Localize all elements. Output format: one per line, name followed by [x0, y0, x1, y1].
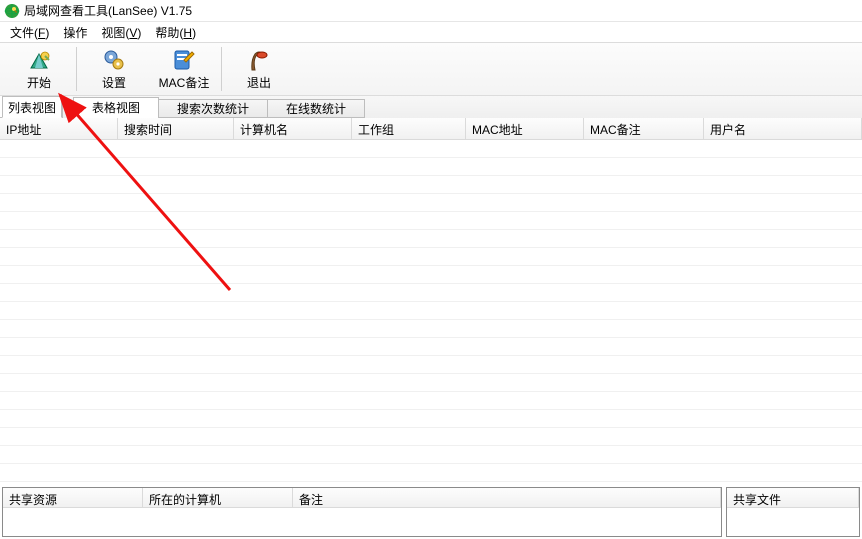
panel-header: 共享文件: [727, 488, 859, 508]
panel-header: 共享资源 所在的计算机 备注: [3, 488, 721, 508]
main-area: IP地址 搜索时间 计算机名 工作组 MAC地址 MAC备注 用户名: [0, 118, 862, 485]
grid-row: [0, 194, 862, 212]
tab-online-stats[interactable]: 在线数统计: [267, 99, 365, 118]
gear-icon: [102, 48, 126, 72]
settings-button[interactable]: 设置: [79, 43, 149, 95]
left-tab-list-view[interactable]: 列表视图: [2, 96, 62, 118]
grid-row: [0, 140, 862, 158]
col-remark[interactable]: 备注: [293, 488, 721, 507]
grid-row: [0, 464, 862, 482]
exit-button[interactable]: 退出: [224, 43, 294, 95]
window-title: 局域网查看工具(LanSee) V1.75: [24, 2, 192, 19]
toolbar: 开始 设置 MAC备注: [0, 42, 862, 96]
grid-row: [0, 338, 862, 356]
tab-bar: 列表视图 表格视图 搜索次数统计 在线数统计: [0, 96, 862, 118]
grid-row: [0, 428, 862, 446]
menu-action[interactable]: 操作: [57, 22, 93, 43]
menu-view[interactable]: 视图(V): [95, 22, 147, 43]
grid-row: [0, 248, 862, 266]
start-button[interactable]: 开始: [4, 43, 74, 95]
menu-bar: 文件(F) 操作 视图(V) 帮助(H): [0, 22, 862, 42]
grid-row: [0, 230, 862, 248]
toolbar-separator: [221, 47, 222, 91]
col-user[interactable]: 用户名: [704, 118, 862, 139]
tab-grid-view[interactable]: 表格视图: [73, 97, 159, 118]
grid-row: [0, 284, 862, 302]
grid-row: [0, 410, 862, 428]
top-tab-bar: 表格视图 搜索次数统计 在线数统计: [62, 96, 862, 118]
grid-row: [0, 302, 862, 320]
grid-row: [0, 356, 862, 374]
col-macnote[interactable]: MAC备注: [584, 118, 704, 139]
col-host[interactable]: 所在的计算机: [143, 488, 293, 507]
grid-body: [0, 140, 862, 485]
app-icon: [4, 3, 20, 19]
grid-row: [0, 374, 862, 392]
title-bar: 局域网查看工具(LanSee) V1.75: [0, 0, 862, 22]
grid-row: [0, 212, 862, 230]
grid-header: IP地址 搜索时间 计算机名 工作组 MAC地址 MAC备注 用户名: [0, 118, 862, 140]
macnote-label: MAC备注: [159, 74, 210, 91]
data-grid[interactable]: IP地址 搜索时间 计算机名 工作组 MAC地址 MAC备注 用户名: [0, 118, 862, 485]
grid-row: [0, 266, 862, 284]
tab-label: 表格视图: [92, 99, 140, 116]
menu-help[interactable]: 帮助(H): [149, 22, 202, 43]
menu-file[interactable]: 文件(F): [4, 22, 55, 43]
tab-search-stats[interactable]: 搜索次数统计: [158, 99, 268, 118]
grid-row: [0, 446, 862, 464]
macnote-button[interactable]: MAC备注: [149, 43, 219, 95]
settings-label: 设置: [102, 74, 126, 91]
col-time[interactable]: 搜索时间: [118, 118, 234, 139]
grid-row: [0, 320, 862, 338]
panel-shared-resources: 共享资源 所在的计算机 备注: [2, 487, 722, 537]
left-tab-label: 列表视图: [8, 99, 56, 116]
bottom-panels: 共享资源 所在的计算机 备注 共享文件: [0, 485, 862, 539]
start-label: 开始: [27, 74, 51, 91]
grid-row: [0, 176, 862, 194]
start-icon: [27, 48, 51, 72]
exit-label: 退出: [247, 74, 271, 91]
col-mac[interactable]: MAC地址: [466, 118, 584, 139]
tab-label: 搜索次数统计: [177, 100, 249, 117]
col-share[interactable]: 共享资源: [3, 488, 143, 507]
exit-icon: [247, 48, 271, 72]
grid-row: [0, 158, 862, 176]
col-group[interactable]: 工作组: [352, 118, 466, 139]
note-icon: [172, 48, 196, 72]
toolbar-separator: [76, 47, 77, 91]
col-host[interactable]: 计算机名: [234, 118, 352, 139]
grid-row: [0, 392, 862, 410]
panel-shared-files: 共享文件: [726, 487, 860, 537]
col-ip[interactable]: IP地址: [0, 118, 118, 139]
tab-label: 在线数统计: [286, 100, 346, 117]
col-shared-file[interactable]: 共享文件: [727, 488, 859, 507]
